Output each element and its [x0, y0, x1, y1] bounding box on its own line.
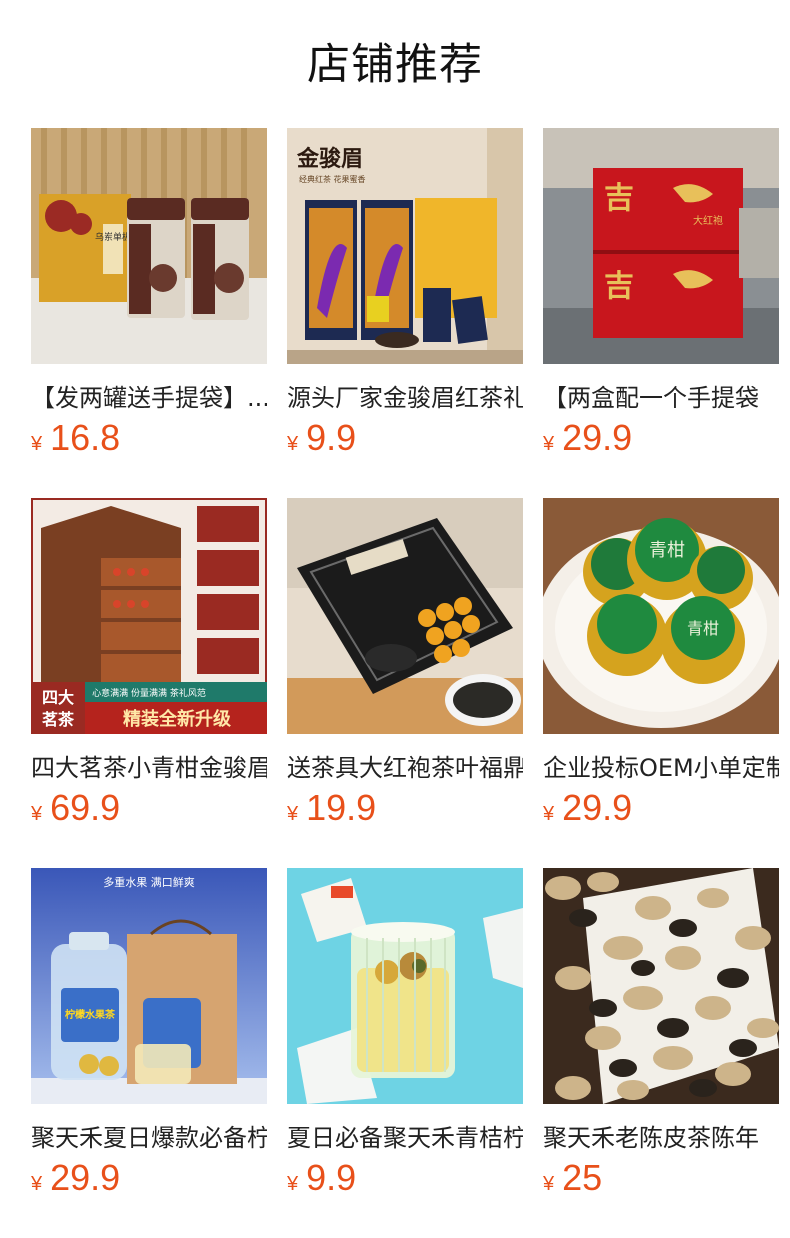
brand-subtext: 大红袍 — [693, 214, 723, 227]
citrus-label: 青柑 — [649, 540, 685, 561]
brand-subtext: 经典红茶 花果蜜香 — [299, 174, 366, 184]
citrus-label-2: 青柑 — [687, 619, 719, 638]
currency-symbol: ¥ — [543, 1173, 555, 1195]
product-image[interactable]: 金骏眉 经典红茶 花果蜜香 — [287, 128, 523, 364]
product-image[interactable]: 乌岽单枞 — [31, 128, 267, 364]
product-card[interactable]: 金骏眉 经典红茶 花果蜜香 源头厂家金骏眉红茶礼盒 ¥ 9.9 — [287, 128, 523, 498]
jar-label: 柠檬水果茶 — [65, 1008, 116, 1021]
product-image[interactable] — [287, 498, 523, 734]
currency-symbol: ¥ — [543, 433, 555, 455]
product-card[interactable]: 多重水果 满口鲜爽 柠檬水果茶 聚天禾夏日爆款必备柠檬 ¥ 29.9 — [31, 868, 267, 1238]
price-value: 69.9 — [50, 787, 121, 828]
tin-label-text: 乌岽单枞 — [95, 231, 131, 243]
product-name[interactable]: 源头厂家金骏眉红茶礼盒 — [287, 383, 523, 413]
currency-symbol: ¥ — [31, 803, 43, 825]
price-value: 9.9 — [306, 417, 357, 458]
price-value: 25 — [562, 1157, 603, 1198]
product-name[interactable]: 【发两罐送手提袋】... — [31, 383, 267, 413]
product-name[interactable]: 送茶具大红袍茶叶福鼎 — [287, 753, 523, 783]
currency-symbol: ¥ — [287, 433, 299, 455]
brand-text-lower: 吉 — [604, 269, 634, 304]
product-name[interactable]: 企业投标OEM小单定制 — [543, 753, 779, 783]
product-name[interactable]: 【两盒配一个手提袋 — [543, 383, 779, 413]
product-price: ¥ 69.9 — [31, 787, 267, 831]
product-price: ¥ 29.9 — [543, 787, 779, 831]
brand-text: 金骏眉 — [296, 146, 363, 172]
product-card[interactable]: 聚天禾老陈皮茶陈年 ¥ 25 — [543, 868, 779, 1238]
product-image[interactable]: 吉 吉 大红袍 — [543, 128, 779, 364]
product-name[interactable]: 四大茗茶小青柑金骏眉 — [31, 753, 267, 783]
price-value: 9.9 — [306, 1157, 357, 1198]
product-card[interactable]: 夏日必备聚天禾青桔柠檬 ¥ 9.9 — [287, 868, 523, 1238]
currency-symbol: ¥ — [543, 803, 555, 825]
product-image[interactable]: 心意满满 份量满满 茶礼风范 四大 茗茶 精装全新升级 — [31, 498, 267, 734]
price-value: 19.9 — [306, 787, 377, 828]
product-price: ¥ 19.9 — [287, 787, 523, 831]
headline-text: 多重水果 满口鲜爽 — [103, 875, 195, 889]
product-card[interactable]: 青柑 青柑 企业投标OEM小单定制 ¥ 29.9 — [543, 498, 779, 868]
banner-text: 精装全新升级 — [123, 708, 232, 730]
badge-line2: 茗茶 — [42, 710, 75, 729]
price-value: 29.9 — [50, 1157, 121, 1198]
product-price: ¥ 25 — [543, 1157, 779, 1201]
product-price: ¥ 29.9 — [31, 1157, 267, 1201]
product-card[interactable]: 乌岽单枞 【发两罐送手提袋】... ¥ 16.8 — [31, 128, 267, 498]
product-price: ¥ 9.9 — [287, 1157, 523, 1201]
section-title: 店铺推荐 — [307, 40, 483, 90]
product-image[interactable] — [543, 868, 779, 1104]
currency-symbol: ¥ — [31, 433, 43, 455]
product-grid: 乌岽单枞 【发两罐送手提袋】... ¥ 16.8 金骏眉 经典红茶 花果蜜香 源… — [31, 128, 779, 1238]
product-image[interactable]: 多重水果 满口鲜爽 柠檬水果茶 — [31, 868, 267, 1104]
currency-symbol: ¥ — [287, 1173, 299, 1195]
product-name[interactable]: 聚天禾老陈皮茶陈年 — [543, 1123, 779, 1153]
product-name[interactable]: 聚天禾夏日爆款必备柠檬 — [31, 1123, 267, 1153]
product-price: ¥ 9.9 — [287, 417, 523, 461]
image-caption: 心意满满 份量满满 茶礼风范 — [92, 687, 206, 699]
product-card[interactable]: 送茶具大红袍茶叶福鼎 ¥ 19.9 — [287, 498, 523, 868]
product-price: ¥ 29.9 — [543, 417, 779, 461]
price-value: 16.8 — [50, 417, 121, 458]
product-price: ¥ 16.8 — [31, 417, 267, 461]
product-card[interactable]: 吉 吉 大红袍 【两盒配一个手提袋 ¥ 29.9 — [543, 128, 779, 498]
badge-line1: 四大 — [42, 688, 74, 707]
currency-symbol: ¥ — [31, 1173, 43, 1195]
product-image[interactable] — [287, 868, 523, 1104]
price-value: 29.9 — [562, 417, 633, 458]
brand-text: 吉 — [604, 181, 634, 216]
product-card[interactable]: 心意满满 份量满满 茶礼风范 四大 茗茶 精装全新升级 四大茗茶小青柑金骏眉 ¥… — [31, 498, 267, 868]
product-name[interactable]: 夏日必备聚天禾青桔柠檬 — [287, 1123, 523, 1153]
product-image[interactable]: 青柑 青柑 — [543, 498, 779, 734]
currency-symbol: ¥ — [287, 803, 299, 825]
price-value: 29.9 — [562, 787, 633, 828]
